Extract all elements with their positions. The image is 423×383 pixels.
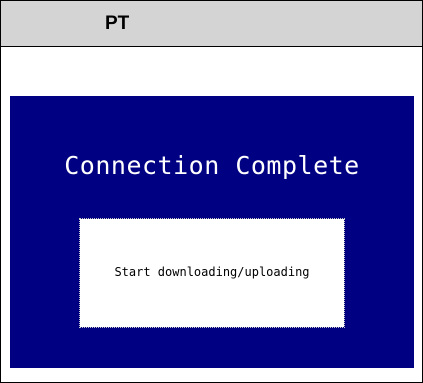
title-bar: PT — [1, 1, 422, 47]
window-title: PT — [105, 13, 130, 34]
app-window: PT Connection Complete Start downloading… — [0, 0, 423, 383]
status-message-text: Start downloading/uploading — [114, 265, 310, 279]
pt-display-screen: Connection Complete Start downloading/up… — [10, 96, 414, 368]
connection-status-title: Connection Complete — [64, 151, 360, 180]
status-message-box: Start downloading/uploading — [79, 218, 345, 328]
